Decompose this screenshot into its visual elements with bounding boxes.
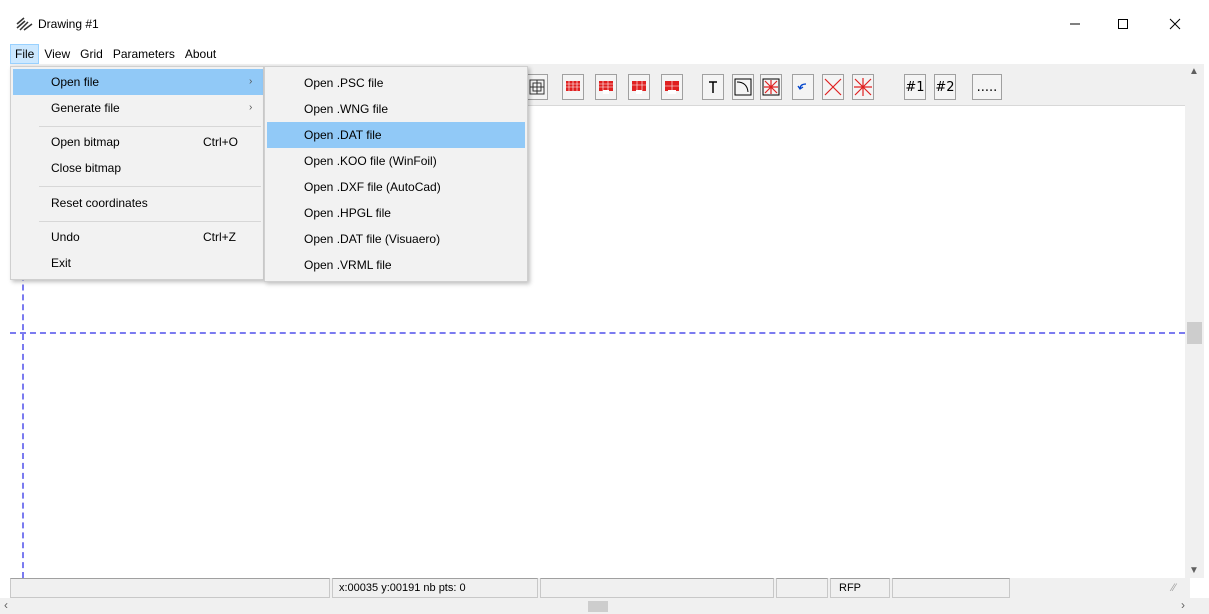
menu-grid[interactable]: Grid	[75, 44, 108, 64]
app-icon	[16, 17, 33, 31]
menu-item-shortcut: Ctrl+O	[203, 135, 239, 149]
resize-grip-icon[interactable]: ⁄⁄	[1172, 582, 1176, 594]
status-panel-empty	[10, 578, 330, 598]
box-star-icon	[762, 78, 780, 96]
open-file-submenu: Open .PSC file Open .WNG file Open .DAT …	[264, 66, 528, 282]
grid-2-button[interactable]: #2	[934, 74, 956, 100]
maximize-button[interactable]	[1100, 8, 1146, 40]
undo-icon	[797, 83, 807, 90]
menu-item-label: Open file	[51, 75, 100, 89]
menu-parameters[interactable]: Parameters	[108, 44, 180, 64]
submenu-item-open-wng[interactable]: Open .WNG file	[267, 96, 525, 122]
horizontal-scrollbar[interactable]: ‹ ›	[0, 598, 1209, 614]
submenu-item-label: Open .PSC file	[304, 76, 384, 90]
scroll-down-icon[interactable]: ▼	[1189, 565, 1199, 576]
menu-about[interactable]: About	[180, 44, 221, 64]
submenu-item-open-vrml[interactable]: Open .VRML file	[267, 252, 525, 278]
grid-10-button[interactable]	[562, 74, 584, 100]
menu-bar: File View Grid Parameters About	[10, 44, 221, 64]
grid-1-label: #1	[905, 79, 925, 95]
window-title: Drawing #1	[38, 17, 99, 31]
menu-item-label: Generate file	[51, 101, 120, 115]
curve-button[interactable]	[732, 74, 754, 100]
menu-item-open-bitmap[interactable]: Open bitmap Ctrl+O	[13, 129, 263, 155]
submenu-item-label: Open .DAT file	[304, 128, 382, 142]
undo-button[interactable]	[792, 74, 814, 100]
status-bar: x:00035 y:00191 nb pts: 0 RFP	[10, 578, 1190, 598]
minimize-icon	[1070, 23, 1080, 25]
status-panel-empty	[892, 578, 1010, 598]
submenu-item-open-dat-visuaero[interactable]: Open .DAT file (Visuaero)	[267, 226, 525, 252]
menu-item-label: Exit	[51, 256, 72, 270]
status-mode: RFP	[830, 578, 890, 598]
menu-separator	[39, 186, 261, 187]
horizontal-scroll-thumb[interactable]	[588, 601, 608, 612]
curve-icon	[734, 78, 752, 96]
menu-item-label: Close bitmap	[51, 161, 122, 175]
status-panel-empty	[540, 578, 774, 598]
menu-item-label: Undo	[51, 230, 80, 244]
red-grid-icon	[566, 81, 580, 91]
star-button[interactable]	[852, 74, 874, 100]
menu-item-close-bitmap[interactable]: Close bitmap	[13, 155, 263, 181]
red-grid-icon	[665, 81, 679, 94]
menu-item-open-file[interactable]: Open file ›	[13, 69, 263, 95]
close-button[interactable]	[1152, 8, 1198, 40]
grid-center-icon	[529, 79, 545, 95]
menu-view[interactable]: View	[39, 44, 75, 64]
submenu-item-open-psc[interactable]: Open .PSC file	[267, 70, 525, 96]
submenu-item-label: Open .VRML file	[304, 258, 392, 272]
horizontal-guide-line	[10, 332, 1185, 334]
status-coordinates: x:00035 y:00191 nb pts: 0	[332, 578, 538, 598]
minimize-button[interactable]	[1052, 8, 1098, 40]
red-grid-icon	[599, 81, 613, 94]
submenu-item-open-dat[interactable]: Open .DAT file	[267, 122, 525, 148]
cross-icon	[824, 78, 842, 96]
grid-50-button[interactable]	[628, 74, 650, 100]
delete-point-button[interactable]	[760, 74, 782, 100]
submenu-arrow-icon: ›	[249, 102, 253, 113]
more-label: .....	[976, 79, 998, 95]
red-grid-icon	[632, 81, 646, 94]
submenu-item-label: Open .DXF file (AutoCad)	[304, 180, 441, 194]
grid-20-button[interactable]	[595, 74, 617, 100]
submenu-item-label: Open .KOO file (WinFoil)	[304, 154, 437, 168]
status-panel-empty	[776, 578, 828, 598]
submenu-item-open-koo[interactable]: Open .KOO file (WinFoil)	[267, 148, 525, 174]
pin-icon	[709, 81, 717, 93]
vertical-scrollbar[interactable]: ▲ ▼	[1185, 64, 1204, 578]
star-icon	[854, 78, 872, 96]
menu-item-undo[interactable]: Undo Ctrl+Z	[13, 224, 263, 250]
grid-2-label: #2	[935, 79, 955, 95]
menu-item-reset-coordinates[interactable]: Reset coordinates	[13, 190, 263, 216]
cross-button[interactable]	[822, 74, 844, 100]
vertical-scroll-thumb[interactable]	[1187, 322, 1202, 344]
submenu-item-label: Open .DAT file (Visuaero)	[304, 232, 441, 246]
grid-1-button[interactable]: #1	[904, 74, 926, 100]
menu-item-generate-file[interactable]: Generate file ›	[13, 95, 263, 121]
scroll-right-icon[interactable]: ›	[1181, 598, 1185, 612]
menu-separator	[39, 221, 261, 222]
submenu-item-label: Open .WNG file	[304, 102, 389, 116]
center-grid-button[interactable]	[526, 74, 548, 100]
scroll-left-icon[interactable]: ‹	[4, 598, 8, 612]
scroll-up-icon[interactable]: ▲	[1189, 66, 1199, 77]
menu-item-exit[interactable]: Exit	[13, 250, 263, 276]
submenu-arrow-icon: ›	[249, 76, 253, 87]
grid-100-button[interactable]	[661, 74, 683, 100]
file-menu: Open file › Generate file › Open bitmap …	[10, 66, 264, 280]
menu-item-label: Reset coordinates	[51, 196, 148, 210]
menu-file[interactable]: File	[10, 44, 40, 64]
menu-item-shortcut: Ctrl+Z	[203, 230, 236, 244]
menu-item-label: Open bitmap	[51, 135, 120, 149]
menu-separator	[39, 126, 261, 127]
maximize-icon	[1118, 19, 1128, 29]
submenu-item-label: Open .HPGL file	[304, 206, 391, 220]
submenu-item-open-dxf[interactable]: Open .DXF file (AutoCad)	[267, 174, 525, 200]
pin-button[interactable]	[702, 74, 724, 100]
close-icon	[1169, 18, 1181, 30]
submenu-item-open-hpgl[interactable]: Open .HPGL file	[267, 200, 525, 226]
more-button[interactable]: .....	[972, 74, 1002, 100]
title-bar: Drawing #1	[0, 0, 1209, 44]
